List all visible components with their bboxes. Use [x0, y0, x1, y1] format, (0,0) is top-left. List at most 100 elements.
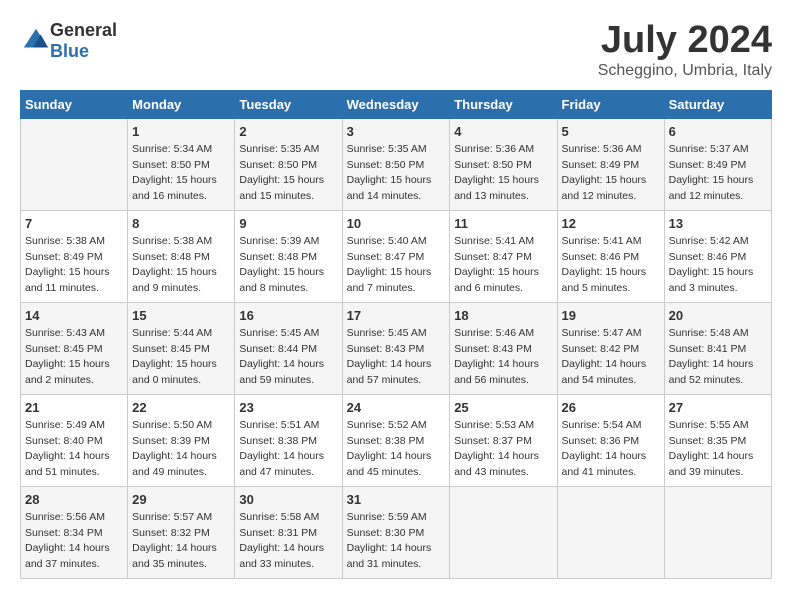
day-number: 8	[132, 216, 230, 231]
calendar-cell: 3 Sunrise: 5:35 AM Sunset: 8:50 PM Daylig…	[342, 118, 450, 210]
weekday-header-row: SundayMondayTuesdayWednesdayThursdayFrid…	[21, 90, 772, 118]
day-number: 24	[347, 400, 446, 415]
day-info: Sunrise: 5:40 AM Sunset: 8:47 PM Dayligh…	[347, 234, 446, 297]
day-info: Sunrise: 5:38 AM Sunset: 8:48 PM Dayligh…	[132, 234, 230, 297]
day-number: 17	[347, 308, 446, 323]
title-block: July 2024 Scheggino, Umbria, Italy	[598, 20, 772, 80]
calendar-cell	[557, 486, 664, 578]
calendar-cell: 27 Sunrise: 5:55 AM Sunset: 8:35 PM Dayli…	[664, 394, 771, 486]
weekday-header: Saturday	[664, 90, 771, 118]
calendar-cell: 24 Sunrise: 5:52 AM Sunset: 8:38 PM Dayli…	[342, 394, 450, 486]
day-info: Sunrise: 5:50 AM Sunset: 8:39 PM Dayligh…	[132, 418, 230, 481]
calendar-cell: 30 Sunrise: 5:58 AM Sunset: 8:31 PM Dayli…	[235, 486, 342, 578]
calendar-cell: 5 Sunrise: 5:36 AM Sunset: 8:49 PM Daylig…	[557, 118, 664, 210]
day-info: Sunrise: 5:45 AM Sunset: 8:44 PM Dayligh…	[239, 326, 337, 389]
day-number: 4	[454, 124, 552, 139]
day-number: 7	[25, 216, 123, 231]
calendar-cell: 16 Sunrise: 5:45 AM Sunset: 8:44 PM Dayli…	[235, 302, 342, 394]
calendar-cell: 26Sunrise: 5:54 AM Sunset: 8:36 PM Dayli…	[557, 394, 664, 486]
day-info: Sunrise: 5:36 AM Sunset: 8:49 PM Dayligh…	[562, 142, 660, 205]
day-number: 25	[454, 400, 552, 415]
calendar-cell: 18 Sunrise: 5:46 AM Sunset: 8:43 PM Dayli…	[450, 302, 557, 394]
calendar-cell: 4 Sunrise: 5:36 AM Sunset: 8:50 PM Daylig…	[450, 118, 557, 210]
day-number: 29	[132, 492, 230, 507]
weekday-header: Wednesday	[342, 90, 450, 118]
calendar-cell: 19 Sunrise: 5:47 AM Sunset: 8:42 PM Dayli…	[557, 302, 664, 394]
day-info: Sunrise: 5:37 AM Sunset: 8:49 PM Dayligh…	[669, 142, 767, 205]
calendar-cell: 28Sunrise: 5:56 AM Sunset: 8:34 PM Dayli…	[21, 486, 128, 578]
day-number: 21	[25, 400, 123, 415]
calendar-cell: 13Sunrise: 5:42 AM Sunset: 8:46 PM Dayli…	[664, 210, 771, 302]
day-info: Sunrise: 5:59 AM Sunset: 8:30 PM Dayligh…	[347, 510, 446, 573]
calendar-cell: 6Sunrise: 5:37 AM Sunset: 8:49 PM Daylig…	[664, 118, 771, 210]
calendar-week-row: 1Sunrise: 5:34 AM Sunset: 8:50 PM Daylig…	[21, 118, 772, 210]
day-number: 14	[25, 308, 123, 323]
day-number: 5	[562, 124, 660, 139]
calendar-cell: 17 Sunrise: 5:45 AM Sunset: 8:43 PM Dayli…	[342, 302, 450, 394]
day-info: Sunrise: 5:41 AM Sunset: 8:47 PM Dayligh…	[454, 234, 552, 297]
day-info: Sunrise: 5:57 AM Sunset: 8:32 PM Dayligh…	[132, 510, 230, 573]
calendar-cell: 14 Sunrise: 5:43 AM Sunset: 8:45 PM Dayli…	[21, 302, 128, 394]
day-info: Sunrise: 5:53 AM Sunset: 8:37 PM Dayligh…	[454, 418, 552, 481]
day-info: Sunrise: 5:46 AM Sunset: 8:43 PM Dayligh…	[454, 326, 552, 389]
day-info: Sunrise: 5:36 AM Sunset: 8:50 PM Dayligh…	[454, 142, 552, 205]
page-header: General Blue July 2024 Scheggino, Umbria…	[20, 20, 772, 80]
day-number: 12	[562, 216, 660, 231]
calendar-week-row: 21 Sunrise: 5:49 AM Sunset: 8:40 PM Dayli…	[21, 394, 772, 486]
calendar-cell: 7 Sunrise: 5:38 AM Sunset: 8:49 PM Daylig…	[21, 210, 128, 302]
day-info: Sunrise: 5:47 AM Sunset: 8:42 PM Dayligh…	[562, 326, 660, 389]
day-number: 23	[239, 400, 337, 415]
day-info: Sunrise: 5:51 AM Sunset: 8:38 PM Dayligh…	[239, 418, 337, 481]
logo: General Blue	[20, 20, 117, 62]
calendar-cell: 11 Sunrise: 5:41 AM Sunset: 8:47 PM Dayli…	[450, 210, 557, 302]
weekday-header: Friday	[557, 90, 664, 118]
day-info: Sunrise: 5:43 AM Sunset: 8:45 PM Dayligh…	[25, 326, 123, 389]
day-number: 27	[669, 400, 767, 415]
day-info: Sunrise: 5:58 AM Sunset: 8:31 PM Dayligh…	[239, 510, 337, 573]
day-number: 19	[562, 308, 660, 323]
calendar-cell: 20 Sunrise: 5:48 AM Sunset: 8:41 PM Dayli…	[664, 302, 771, 394]
month-title: July 2024	[598, 20, 772, 62]
calendar-week-row: 7 Sunrise: 5:38 AM Sunset: 8:49 PM Daylig…	[21, 210, 772, 302]
calendar-cell: 23 Sunrise: 5:51 AM Sunset: 8:38 PM Dayli…	[235, 394, 342, 486]
calendar-cell: 1Sunrise: 5:34 AM Sunset: 8:50 PM Daylig…	[128, 118, 235, 210]
day-info: Sunrise: 5:55 AM Sunset: 8:35 PM Dayligh…	[669, 418, 767, 481]
day-number: 3	[347, 124, 446, 139]
day-info: Sunrise: 5:52 AM Sunset: 8:38 PM Dayligh…	[347, 418, 446, 481]
day-number: 18	[454, 308, 552, 323]
day-info: Sunrise: 5:54 AM Sunset: 8:36 PM Dayligh…	[562, 418, 660, 481]
weekday-header: Thursday	[450, 90, 557, 118]
day-number: 30	[239, 492, 337, 507]
day-info: Sunrise: 5:44 AM Sunset: 8:45 PM Dayligh…	[132, 326, 230, 389]
calendar-cell: 15Sunrise: 5:44 AM Sunset: 8:45 PM Dayli…	[128, 302, 235, 394]
calendar-cell	[21, 118, 128, 210]
logo-text: General Blue	[50, 20, 117, 62]
day-info: Sunrise: 5:45 AM Sunset: 8:43 PM Dayligh…	[347, 326, 446, 389]
day-number: 13	[669, 216, 767, 231]
day-number: 9	[239, 216, 337, 231]
day-info: Sunrise: 5:35 AM Sunset: 8:50 PM Dayligh…	[239, 142, 337, 205]
logo-blue: Blue	[50, 41, 89, 61]
day-info: Sunrise: 5:49 AM Sunset: 8:40 PM Dayligh…	[25, 418, 123, 481]
calendar-cell: 9Sunrise: 5:39 AM Sunset: 8:48 PM Daylig…	[235, 210, 342, 302]
calendar-cell: 22 Sunrise: 5:50 AM Sunset: 8:39 PM Dayli…	[128, 394, 235, 486]
calendar-cell: 29 Sunrise: 5:57 AM Sunset: 8:32 PM Dayli…	[128, 486, 235, 578]
day-number: 11	[454, 216, 552, 231]
day-info: Sunrise: 5:48 AM Sunset: 8:41 PM Dayligh…	[669, 326, 767, 389]
calendar-week-row: 28Sunrise: 5:56 AM Sunset: 8:34 PM Dayli…	[21, 486, 772, 578]
logo-general: General	[50, 20, 117, 40]
day-number: 22	[132, 400, 230, 415]
day-number: 16	[239, 308, 337, 323]
day-info: Sunrise: 5:35 AM Sunset: 8:50 PM Dayligh…	[347, 142, 446, 205]
day-info: Sunrise: 5:34 AM Sunset: 8:50 PM Dayligh…	[132, 142, 230, 205]
weekday-header: Sunday	[21, 90, 128, 118]
calendar-cell: 21 Sunrise: 5:49 AM Sunset: 8:40 PM Dayli…	[21, 394, 128, 486]
day-info: Sunrise: 5:38 AM Sunset: 8:49 PM Dayligh…	[25, 234, 123, 297]
day-number: 20	[669, 308, 767, 323]
day-info: Sunrise: 5:41 AM Sunset: 8:46 PM Dayligh…	[562, 234, 660, 297]
calendar-cell	[664, 486, 771, 578]
calendar-cell: 8 Sunrise: 5:38 AM Sunset: 8:48 PM Daylig…	[128, 210, 235, 302]
calendar-cell: 12 Sunrise: 5:41 AM Sunset: 8:46 PM Dayli…	[557, 210, 664, 302]
weekday-header: Tuesday	[235, 90, 342, 118]
weekday-header: Monday	[128, 90, 235, 118]
